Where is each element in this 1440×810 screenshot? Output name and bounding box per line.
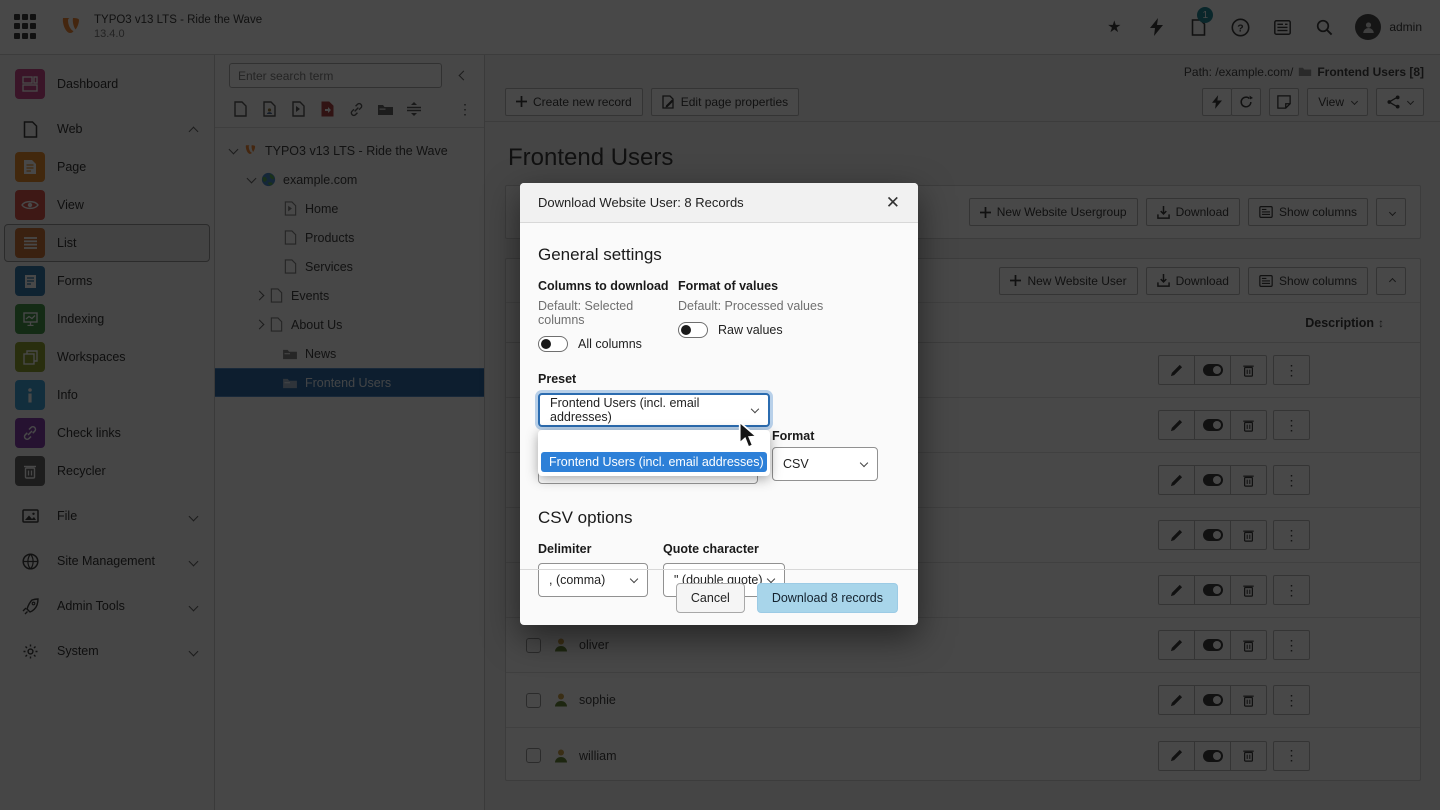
all-columns-label: All columns — [578, 337, 642, 351]
modal-footer: Cancel Download 8 records — [520, 569, 918, 625]
delimiter-label: Delimiter — [538, 542, 663, 556]
chevron-down-icon — [860, 458, 868, 466]
columns-default-text: Default: Selected columns — [538, 299, 678, 327]
download-modal: Download Website User: 8 Records ✕ Gener… — [520, 183, 918, 625]
typo3-backend: TYPO3 v13 LTS - Ride the Wave 13.4.0 ★ 1… — [0, 0, 1440, 810]
mouse-cursor — [737, 421, 761, 451]
chevron-down-icon — [751, 404, 759, 412]
cancel-button[interactable]: Cancel — [676, 583, 745, 613]
preset-option-empty[interactable] — [538, 432, 770, 452]
columns-to-download-label: Columns to download — [538, 279, 678, 293]
format-label: Format — [772, 429, 878, 443]
general-settings-heading: General settings — [538, 245, 900, 265]
modal-header: Download Website User: 8 Records ✕ — [520, 183, 918, 223]
preset-option-highlighted[interactable]: Frontend Users (incl. email addresses) — [541, 452, 767, 472]
modal-title: Download Website User: 8 Records — [538, 195, 744, 210]
format-select[interactable]: CSV — [772, 447, 878, 481]
csv-options-heading: CSV options — [538, 508, 900, 528]
close-icon[interactable]: ✕ — [886, 194, 900, 211]
raw-values-toggle[interactable] — [678, 322, 708, 338]
values-default-text: Default: Processed values — [678, 299, 900, 313]
preset-dropdown: Frontend Users (incl. email addresses) — [538, 430, 770, 476]
preset-label: Preset — [538, 372, 900, 386]
quote-character-label: Quote character — [663, 542, 900, 556]
all-columns-toggle[interactable] — [538, 336, 568, 352]
download-records-button[interactable]: Download 8 records — [757, 583, 898, 613]
preset-select[interactable]: Frontend Users (incl. email addresses) — [538, 393, 770, 427]
raw-values-label: Raw values — [718, 323, 783, 337]
format-of-values-label: Format of values — [678, 279, 900, 293]
